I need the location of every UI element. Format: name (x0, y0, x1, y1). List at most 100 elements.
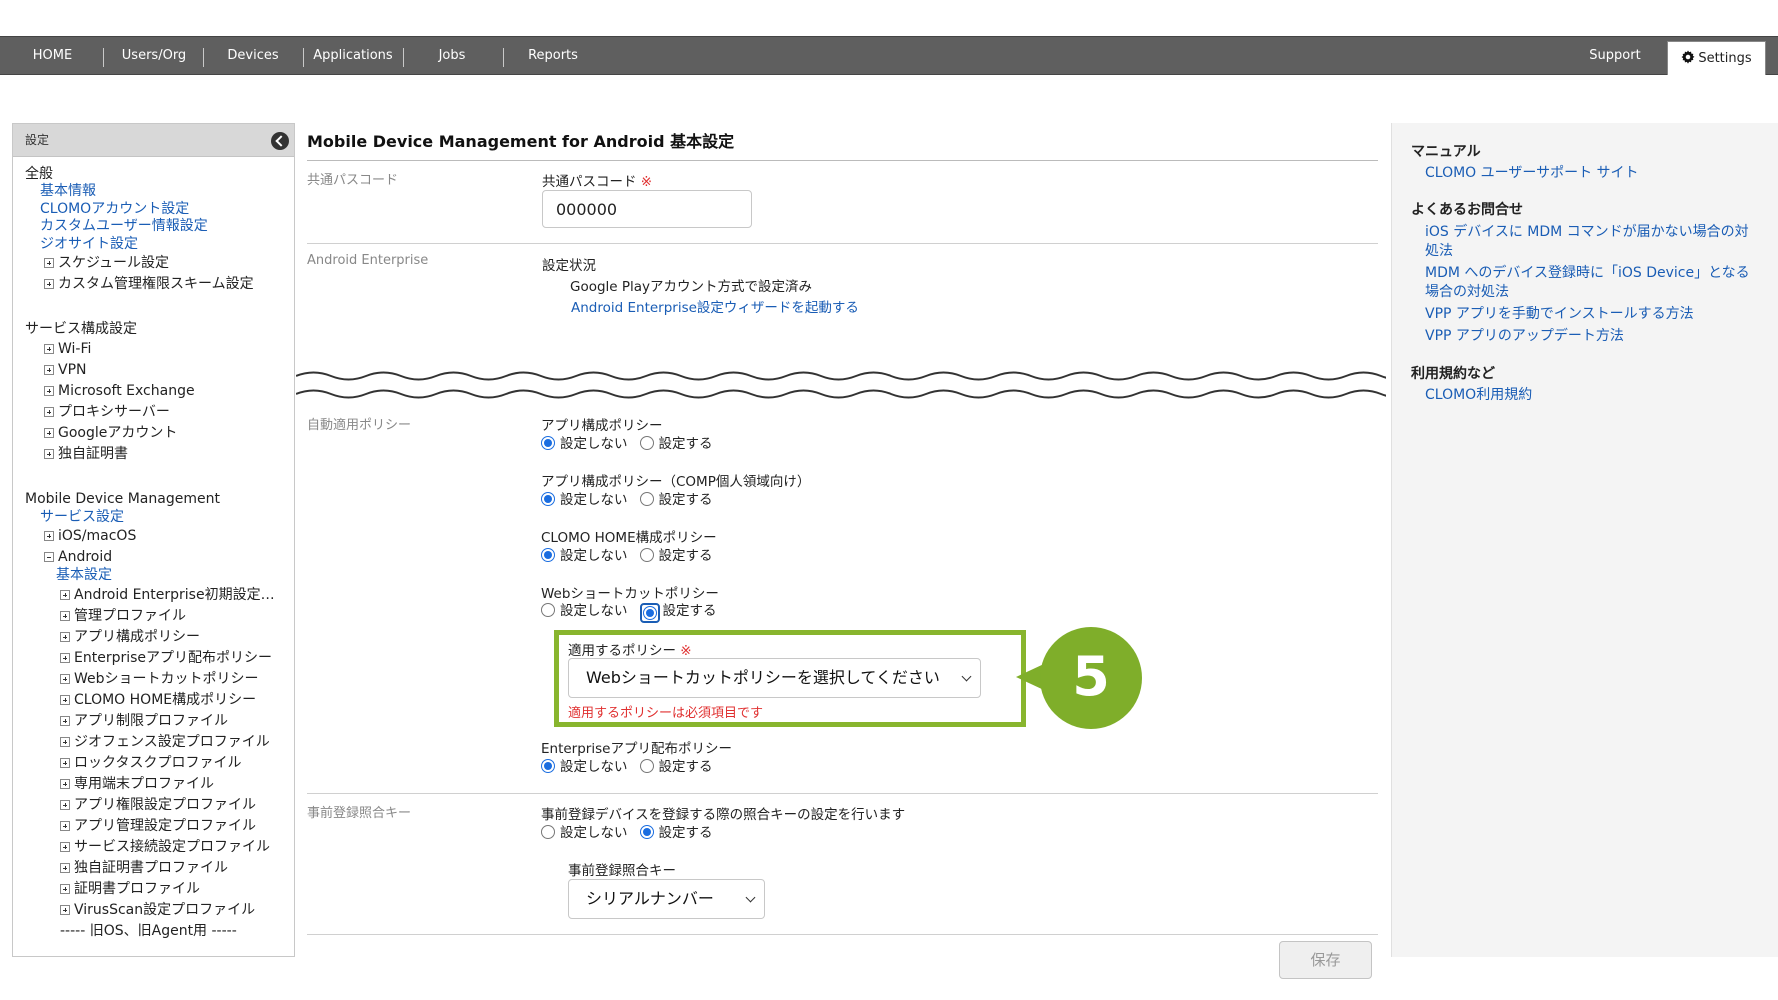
radio-off-selected[interactable] (541, 492, 555, 506)
faq-link[interactable]: MDM へのデバイス登録時に「iOS Device」となる 場合の対処法 (1425, 264, 1750, 302)
sidebar-item[interactable]: スケジュール設定 (44, 253, 169, 273)
expand-icon[interactable] (60, 842, 70, 852)
radio-off-selected[interactable] (541, 759, 555, 773)
sidebar-item-label: Microsoft Exchange (58, 383, 195, 399)
passcode-label: 共通パスコード ※ (542, 170, 652, 190)
expand-icon[interactable] (60, 716, 70, 726)
nav-home[interactable]: HOME (20, 37, 85, 74)
sidebar-item[interactable]: VirusScan設定プロファイル (60, 900, 255, 920)
passcode-label-text: 共通パスコード (542, 174, 637, 190)
nav-support[interactable]: Support (1580, 37, 1650, 74)
sidebar-item-label: アプリ制限プロファイル (74, 713, 228, 729)
expand-icon[interactable] (60, 800, 70, 810)
sidebar-item[interactable]: 専用端末プロファイル (60, 774, 214, 794)
expand-icon[interactable] (60, 653, 70, 663)
collapse-icon[interactable] (44, 552, 54, 562)
sidebar-item[interactable]: Enterpriseアプリ配布ポリシー (60, 648, 272, 668)
expand-icon[interactable] (60, 737, 70, 747)
sidebar-item[interactable]: サービス接続設定プロファイル (60, 837, 270, 857)
nav-settings-tab[interactable]: Settings (1667, 41, 1766, 75)
expand-icon[interactable] (44, 407, 54, 417)
sidebar-item[interactable]: 独自証明書 (44, 444, 128, 464)
passcode-input[interactable]: 000000 (542, 190, 752, 228)
apply-policy-select[interactable]: Webショートカットポリシーを選択してください (568, 658, 981, 698)
sidebar-item[interactable]: プロキシサーバー (44, 402, 170, 422)
faq-link[interactable]: VPP アプリを手動でインストールする方法 (1425, 305, 1694, 324)
radio-on[interactable] (639, 436, 654, 450)
expand-icon[interactable] (44, 344, 54, 354)
sidebar-item[interactable]: 管理プロファイル (60, 606, 186, 626)
sidebar-item[interactable]: Android Enterprise初期設定… (60, 585, 275, 605)
expand-icon[interactable] (44, 279, 54, 289)
sidebar-item[interactable]: アプリ管理設定プロファイル (60, 816, 256, 836)
apply-policy-label: 適用するポリシー ※ (568, 639, 692, 659)
prereg-key-select[interactable]: シリアルナンバー (568, 879, 765, 919)
sidebar-item[interactable]: CLOMO HOME構成ポリシー (60, 690, 256, 710)
expand-icon[interactable] (60, 611, 70, 621)
sidebar-item[interactable]: 基本設定 (56, 565, 112, 585)
sidebar-item[interactable]: Microsoft Exchange (44, 381, 195, 401)
collapse-sidebar-icon[interactable] (271, 132, 289, 150)
nav-reports[interactable]: Reports (518, 37, 588, 74)
sidebar-item[interactable]: 証明書プロファイル (60, 879, 200, 899)
radio-on-selected[interactable] (642, 606, 657, 620)
expand-icon[interactable] (60, 884, 70, 894)
expand-icon[interactable] (60, 674, 70, 684)
sidebar-item[interactable]: アプリ権限設定プロファイル (60, 795, 256, 815)
radio-off-selected[interactable] (541, 436, 555, 450)
sidebar-item[interactable]: iOS/macOS (44, 526, 136, 546)
save-button[interactable]: 保存 (1279, 941, 1372, 979)
apply-policy-label-text: 適用するポリシー (568, 643, 676, 659)
expand-icon[interactable] (44, 386, 54, 396)
expand-icon[interactable] (60, 695, 70, 705)
sidebar-item[interactable]: 独自証明書プロファイル (60, 858, 228, 878)
sidebar-item[interactable]: VPN (44, 360, 87, 380)
expand-icon[interactable] (44, 365, 54, 375)
expand-icon[interactable] (44, 531, 54, 541)
sidebar-item[interactable]: 基本情報 (40, 181, 96, 201)
radio-label: 設定しない (560, 603, 628, 619)
sidebar-item[interactable]: カスタムユーザー情報設定 (40, 216, 208, 236)
nav-jobs[interactable]: Jobs (422, 37, 482, 74)
radio-on[interactable] (639, 492, 654, 506)
radio-label: 設定する (658, 548, 713, 564)
sidebar-item[interactable]: ロックタスクプロファイル (60, 753, 241, 773)
sidebar-item[interactable]: Wi-Fi (44, 339, 91, 359)
expand-icon[interactable] (60, 863, 70, 873)
faq-link[interactable]: VPP アプリのアップデート方法 (1425, 327, 1624, 346)
expand-icon[interactable] (60, 632, 70, 642)
expand-icon[interactable] (60, 821, 70, 831)
nav-users-org[interactable]: Users/Org (112, 37, 196, 74)
nav-applications[interactable]: Applications (308, 37, 398, 74)
radio-on-selected[interactable] (639, 825, 654, 839)
terms-link[interactable]: CLOMO利用規約 (1425, 386, 1532, 405)
radio-off[interactable] (541, 603, 555, 617)
expand-icon[interactable] (44, 428, 54, 438)
expand-icon[interactable] (44, 449, 54, 459)
sidebar-item[interactable]: ジオサイト設定 (40, 234, 138, 254)
expand-icon[interactable] (60, 779, 70, 789)
radio-on[interactable] (639, 759, 654, 773)
radio-on[interactable] (639, 548, 654, 562)
expand-icon[interactable] (60, 905, 70, 915)
expand-icon[interactable] (60, 758, 70, 768)
sidebar-item[interactable]: サービス設定 (40, 507, 124, 527)
sidebar-item-label: 基本情報 (40, 183, 96, 199)
radio-off[interactable] (541, 825, 555, 839)
expand-icon[interactable] (60, 590, 70, 600)
sidebar-item[interactable]: アプリ構成ポリシー (60, 627, 200, 647)
radio-off-selected[interactable] (541, 548, 555, 562)
sidebar-item[interactable]: アプリ制限プロファイル (60, 711, 228, 731)
enterprise-wizard-link[interactable]: Android Enterprise設定ウィザードを起動する (571, 296, 859, 316)
nav-devices[interactable]: Devices (217, 37, 289, 74)
sidebar-item[interactable]: Webショートカットポリシー (60, 669, 259, 689)
radio-label: 設定する (658, 492, 713, 508)
manual-link[interactable]: CLOMO ユーザーサポート サイト (1425, 164, 1639, 183)
sidebar-item[interactable]: カスタム管理権限スキーム設定 (44, 274, 254, 294)
sidebar-item[interactable]: Android (44, 547, 112, 567)
expand-icon[interactable] (44, 258, 54, 268)
sidebar-item-label: 独自証明書 (58, 446, 128, 462)
sidebar-item[interactable]: ジオフェンス設定プロファイル (60, 732, 270, 752)
faq-link[interactable]: iOS デバイスに MDM コマンドが届かない場合の対 処法 (1425, 223, 1749, 261)
sidebar-item[interactable]: Googleアカウント (44, 423, 177, 443)
